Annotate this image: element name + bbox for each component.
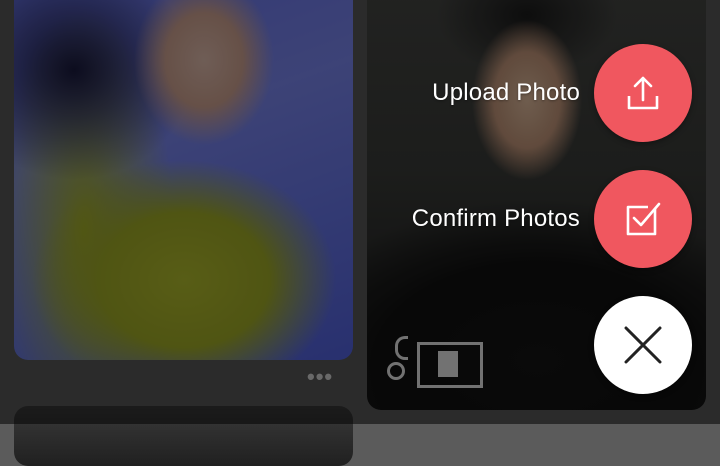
upload-icon [627,76,659,110]
upload-photo-button[interactable] [594,44,692,142]
close-menu-action[interactable] [594,296,692,394]
confirm-photos-label[interactable]: Confirm Photos [412,205,580,233]
speed-dial-menu: Upload Photo Confirm Photos [0,0,720,424]
close-icon [624,326,662,364]
checkbox-icon [626,202,661,236]
confirm-photos-button[interactable] [594,170,692,268]
upload-photo-action[interactable]: Upload Photo [432,44,692,142]
close-menu-button[interactable] [594,296,692,394]
confirm-photos-action[interactable]: Confirm Photos [412,170,692,268]
upload-photo-label[interactable]: Upload Photo [432,79,580,107]
